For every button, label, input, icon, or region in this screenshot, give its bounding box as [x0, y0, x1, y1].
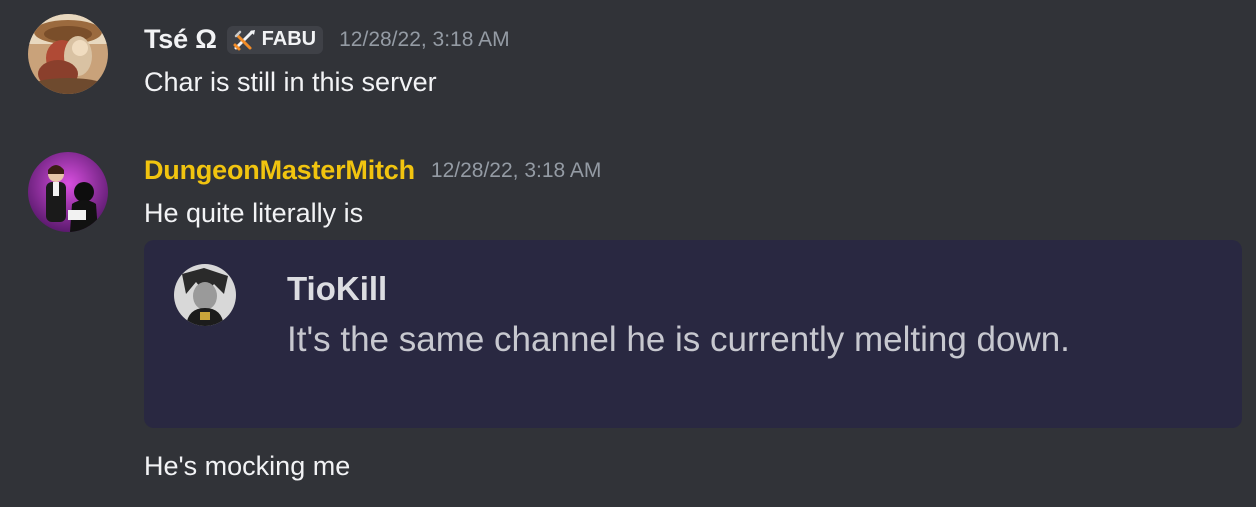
username[interactable]: DungeonMasterMitch: [144, 155, 415, 186]
message-header: Tsé Ω FABU 12/28/22, 3:18 AM: [144, 24, 510, 55]
timestamp[interactable]: 12/28/22, 3:18 AM: [431, 159, 601, 183]
quoted-embed[interactable]: TioKill It's the same channel he is curr…: [144, 240, 1242, 428]
user-avatar[interactable]: [28, 152, 108, 232]
embed-text: It's the same channel he is currently me…: [287, 320, 1070, 359]
message-text: He quite literally is: [144, 198, 364, 228]
user-avatar[interactable]: [28, 14, 108, 94]
message-header: DungeonMasterMitch 12/28/22, 3:18 AM: [144, 155, 601, 186]
role-tag[interactable]: FABU: [226, 25, 324, 54]
role-tag-label: FABU: [261, 28, 317, 50]
timestamp[interactable]: 12/28/22, 3:18 AM: [339, 28, 509, 52]
message-text: Char is still in this server: [144, 67, 437, 97]
username[interactable]: Tsé Ω: [144, 24, 217, 55]
message-text: He's mocking me: [144, 451, 351, 481]
crossed-swords-icon: [233, 29, 255, 50]
chat-messages: Tsé Ω FABU 12/28/22, 3:18 AM Char is sti…: [0, 0, 1256, 507]
embed-avatar: [174, 264, 236, 326]
embed-author: TioKill: [287, 270, 388, 307]
